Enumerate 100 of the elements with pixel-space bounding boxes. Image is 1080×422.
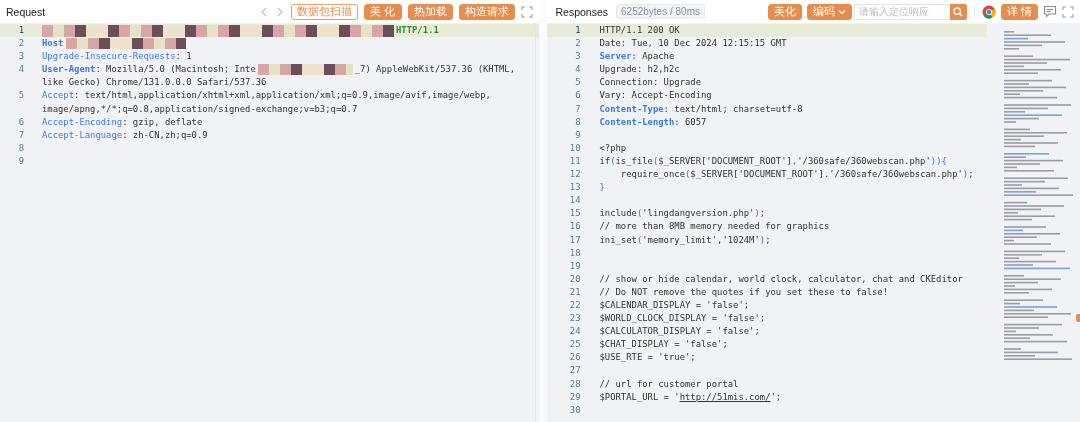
bracket: )	[759, 233, 766, 247]
code-text: : gzip, deflate	[122, 115, 203, 129]
line-number: 4	[574, 63, 581, 77]
code-text: $CHAT_DISPLAY = 'false';	[599, 338, 728, 352]
line-number: 13	[568, 181, 581, 195]
comment-icon[interactable]	[1043, 5, 1057, 18]
browser-icon[interactable]	[981, 4, 996, 19]
bracket: )	[754, 207, 760, 221]
header-name: User-Agent	[42, 63, 96, 77]
code-text: // more than 8MB memory needed for graphics	[599, 220, 830, 234]
caret-icon	[837, 8, 846, 15]
code-text: // url for customer portal	[599, 377, 739, 391]
line-number: 1	[574, 24, 581, 37]
code-text: require_once	[619, 168, 685, 182]
code-text: ';	[770, 390, 782, 404]
code-text: is_file	[615, 154, 653, 168]
code-text: // Do NOT remove the quotes if you set these to false!	[599, 285, 889, 299]
code-text: Apache	[641, 50, 675, 64]
header-name: Content-Type:	[599, 102, 669, 116]
code-text: $CALENDAR_DISPLAY = 'false';	[599, 298, 750, 312]
panel-title: Request	[6, 5, 46, 18]
code-text: Upgrade: h2,h2c	[599, 63, 680, 77]
code-text: ini_set	[599, 233, 637, 247]
header-name: Content-Length:	[599, 115, 680, 129]
line-number: 8	[17, 141, 24, 155]
expand-icon[interactable]	[1062, 5, 1074, 18]
code-text: HTTP/1.1 200 OK	[599, 24, 680, 37]
code-text: text/html; charset=utf-8	[673, 102, 803, 116]
action-button[interactable]: 美化	[767, 3, 802, 20]
code-text: ;	[765, 233, 771, 247]
scan-button[interactable]: 数据包扫描	[291, 3, 359, 20]
expand-icon[interactable]	[520, 5, 533, 18]
header-name: Server:	[599, 50, 637, 64]
line-number: 7	[17, 128, 24, 142]
line-number: 26	[568, 351, 581, 365]
action-button[interactable]: 详 情	[1000, 3, 1038, 20]
action-button[interactable]: 美 化	[364, 3, 402, 20]
code-text: Date: Tue, 10 Dec 2024 12:15:15 GMT	[599, 37, 787, 51]
line-number: 3	[574, 50, 581, 64]
line-number: 7	[574, 102, 581, 116]
code-text: $USE_RTE = 'true';	[599, 351, 696, 365]
line-number: 24	[568, 325, 581, 339]
code-text: $PORTAL_URL = '	[599, 390, 680, 404]
line-number: 18	[568, 246, 581, 260]
line-number: 14	[568, 194, 581, 208]
line-number: 19	[568, 259, 581, 273]
search-field[interactable]: 请输入定位响应	[853, 3, 950, 20]
line-number: 27	[568, 364, 581, 378]
bracket: (	[636, 233, 643, 247]
line-number: 21	[568, 285, 581, 299]
protocol-text: HTTP/1.1	[396, 24, 439, 37]
header-name: Accept	[42, 89, 75, 103]
line-number: 4	[17, 63, 24, 77]
header-name: Host	[42, 37, 64, 51]
code-text: : 1	[175, 50, 192, 64]
code-text: 'lingdangversion.php'	[642, 207, 755, 221]
header-name: Accept-Encoding	[42, 115, 123, 129]
dropdown-button[interactable]: 编码	[806, 3, 852, 20]
line-number: 6	[17, 115, 24, 129]
code-text: <?php	[599, 141, 627, 155]
bracket: }	[599, 181, 605, 195]
stats-badge: 6252bytes / 80ms	[616, 4, 705, 19]
bracket: (	[636, 207, 643, 221]
bracket: (	[685, 168, 691, 182]
line-number: 1	[17, 24, 24, 37]
line-number: 15	[568, 207, 581, 221]
code-text: $_SERVER['DOCUMENT_ROOT'].'/360safe/360webscan.php'	[690, 168, 963, 182]
bracket: )	[962, 168, 969, 182]
code-text: ;	[759, 207, 766, 221]
line-number: 5	[17, 89, 24, 103]
line-number: 28	[568, 377, 581, 391]
code-text: image/apng,*/*;q=0.8,application/signed-exchange;v=b3;q=0.7	[42, 102, 358, 116]
line-number: 30	[568, 403, 581, 417]
line-number: 20	[568, 272, 581, 286]
line-number: 17	[568, 233, 581, 247]
panel-title: Responses	[555, 5, 609, 18]
link[interactable]: http://51mis.com/	[679, 390, 771, 404]
line-number: 25	[568, 338, 581, 352]
code-text: like Gecko) Chrome/131.0.0.0 Safari/537.36	[42, 76, 267, 90]
code-text: : text/html,application/xhtml+xml,application/xml;q=0.9,image/avif,image/webp,	[74, 89, 491, 103]
search-button[interactable]	[949, 3, 967, 20]
code-text: // show or hide calendar, world clock, calculator, chat and CKEditor	[599, 272, 963, 286]
line-number: 23	[568, 312, 581, 326]
action-button[interactable]: 热加载	[407, 3, 453, 20]
code-text: _7) AppleWebKit/537.36 (KHTML,	[354, 63, 516, 77]
search-icon	[953, 6, 964, 17]
header-name: Accept-Language	[42, 128, 123, 142]
line-number: 12	[568, 168, 581, 182]
code-text: Connection: Upgrade	[599, 76, 702, 90]
action-button[interactable]: 构造请求	[458, 3, 515, 20]
code-text: if	[599, 154, 611, 168]
header-name: Upgrade-Insecure-Requests	[42, 50, 176, 64]
line-number: 2	[574, 37, 581, 51]
line-number: 11	[568, 154, 581, 168]
line-number: 9	[574, 128, 581, 142]
line-number: 5	[574, 76, 581, 90]
code-text: $_SERVER['DOCUMENT_ROOT'].'/360safe/360webscan.php'	[658, 154, 931, 168]
code-text: : zh-CN,zh;q=0.9	[122, 128, 208, 142]
bracket: ))	[930, 154, 942, 168]
code-text: include	[599, 207, 637, 221]
